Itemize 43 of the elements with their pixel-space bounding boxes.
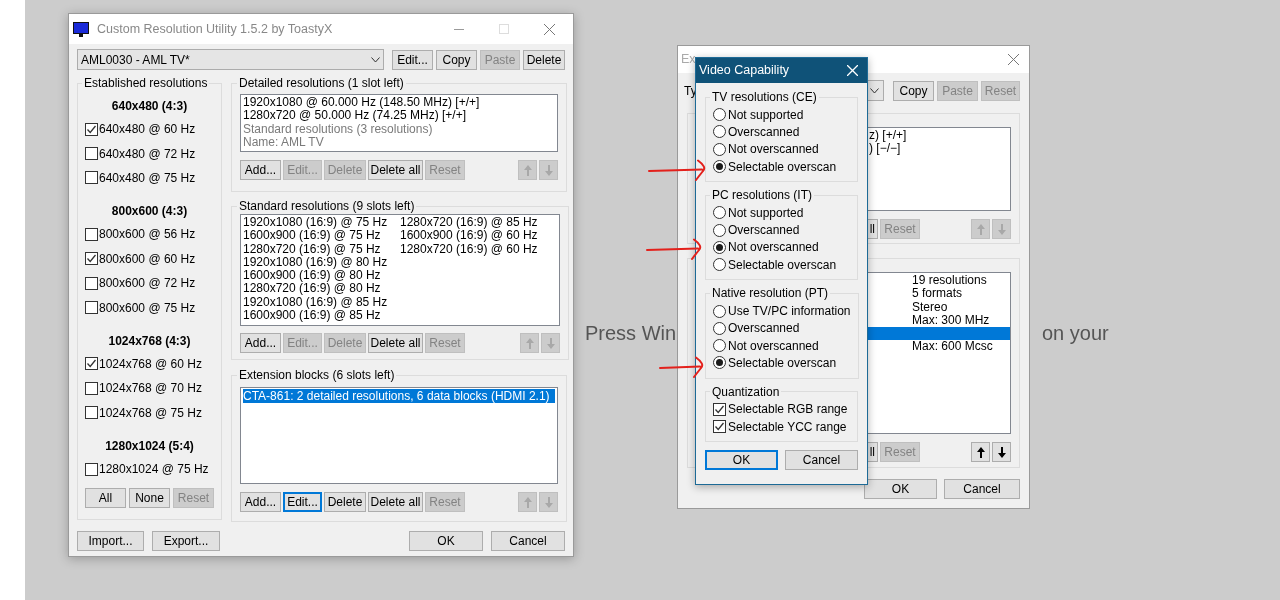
option-label: Not supported [728, 106, 804, 124]
dropdown-value: AML0030 - AML TV* [81, 51, 191, 69]
dialog-title: Video Capability [699, 62, 790, 80]
group-title: Established resolutions [83, 76, 209, 90]
resolution-heading: 800x600 (4:3) [111, 203, 188, 221]
group-title: Quantization [711, 384, 781, 399]
option-label: Overscanned [728, 123, 800, 141]
checkbox-label: 1280x1024 @ 75 Hz [99, 461, 209, 479]
resolution-heading: 640x480 (4:3) [111, 98, 188, 115]
option-label: Not overscanned [728, 337, 819, 355]
option-label: Selectable RGB range [728, 401, 848, 419]
option-label: Not overscanned [728, 141, 819, 159]
checkbox-label: 800x600 @ 60 Hz [99, 250, 196, 268]
option-label: Selectable overscan [728, 354, 837, 372]
checkbox-label: 640x480 @ 72 Hz [99, 145, 196, 163]
window-title: Ex [681, 51, 696, 69]
checkbox-label: 640x480 @ 60 Hz [99, 121, 196, 139]
resolution-heading: 1024x768 (4:3) [108, 332, 191, 350]
checkbox-label: 800x600 @ 75 Hz [99, 299, 196, 317]
group-title: Extension blocks (6 slots left) [238, 368, 396, 382]
option-label: Not supported [728, 204, 804, 222]
option-label: Use TV/PC information [728, 303, 851, 321]
checkbox-label: 1024x768 @ 75 Hz [99, 404, 202, 422]
desktop-text: on your [1042, 321, 1109, 346]
checkbox-label: 1024x768 @ 60 Hz [99, 355, 202, 373]
option-label: Selectable overscan [728, 256, 837, 274]
checkbox-label: 800x600 @ 72 Hz [99, 275, 196, 293]
group-title: Detailed resolutions (1 slot left) [238, 76, 405, 90]
option-label: Selectable overscan [728, 158, 837, 176]
window-title: Custom Resolution Utility 1.5.2 by ToastyX [97, 20, 333, 38]
option-label: Overscanned [728, 320, 800, 338]
checkbox-label: 640x480 @ 75 Hz [99, 169, 196, 187]
group-title: Standard resolutions (9 slots left) [238, 199, 416, 213]
option-label: Overscanned [728, 222, 800, 240]
option-label: Not overscanned [728, 239, 819, 257]
group-title: PC resolutions (IT) [711, 188, 814, 203]
resolution-heading: 1280x1024 (5:4) [105, 437, 194, 455]
option-label: Selectable YCC range [728, 418, 847, 436]
desktop-text: Press Win [585, 321, 677, 346]
group-title: Native resolution (PT) [711, 286, 830, 301]
group-title: TV resolutions (CE) [711, 90, 818, 104]
checkbox-label: 800x600 @ 56 Hz [99, 226, 196, 244]
checkbox-label: 1024x768 @ 70 Hz [99, 380, 202, 398]
